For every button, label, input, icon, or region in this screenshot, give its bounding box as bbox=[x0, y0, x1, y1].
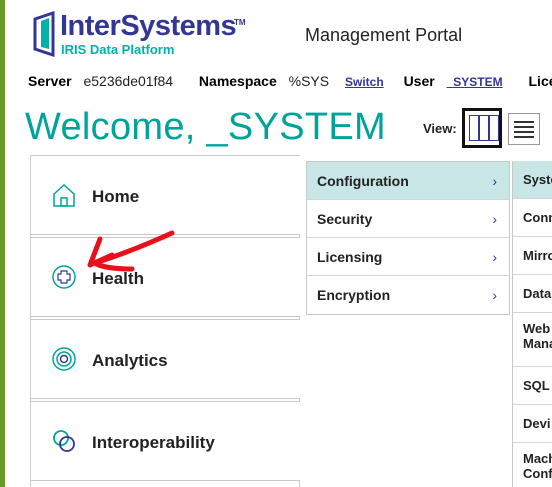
nav-item-label: Analytics bbox=[92, 351, 168, 370]
submenu-item[interactable]: System bbox=[513, 161, 552, 199]
menu-item-label: Security bbox=[317, 211, 373, 227]
info-bar: Server e5236de01f84 Namespace %SYS Switc… bbox=[28, 73, 552, 91]
server-label: Server bbox=[28, 73, 72, 89]
server-value: e5236de01f84 bbox=[83, 73, 174, 89]
menu-item-configuration[interactable]: Configuration › bbox=[307, 162, 509, 200]
menu-item-licensing[interactable]: Licensing › bbox=[307, 238, 509, 276]
chevron-right-icon: › bbox=[492, 173, 497, 189]
submenu-item[interactable]: Datab bbox=[513, 275, 552, 313]
user-link[interactable]: _SYSTEM bbox=[447, 75, 503, 89]
columns-view-button[interactable] bbox=[462, 108, 502, 148]
portal-title: Management Portal bbox=[305, 25, 463, 45]
list-view-button[interactable] bbox=[508, 113, 540, 145]
submenu-item[interactable]: Mirro bbox=[513, 237, 552, 275]
interoperability-icon bbox=[53, 430, 75, 452]
nav-item-home[interactable]: Home bbox=[31, 155, 300, 235]
menu-item-label: Licensing bbox=[317, 249, 383, 265]
chevron-right-icon: › bbox=[492, 249, 497, 265]
annotation-arrow bbox=[87, 230, 175, 272]
logo-text: InterSystems bbox=[60, 10, 237, 42]
intersystems-logo-mark bbox=[33, 11, 55, 57]
menu-item-security[interactable]: Security › bbox=[307, 200, 509, 238]
logo-trademark: TM bbox=[234, 18, 246, 27]
namespace-label: Namespace bbox=[198, 73, 277, 89]
submenu-item[interactable]: Devi bbox=[513, 405, 552, 443]
management-portal: InterSystems TM IRIS Data Platform Manag… bbox=[0, 0, 552, 487]
nav-item-label: Interoperability bbox=[92, 433, 215, 452]
menu-item-label: Encryption bbox=[317, 287, 391, 303]
logo-subtitle: IRIS Data Platform bbox=[61, 42, 175, 57]
submenu-item[interactable]: SQL bbox=[513, 367, 552, 405]
nav-item-interoperability[interactable]: Interoperability bbox=[31, 401, 300, 481]
welcome-heading: Welcome, _SYSTEM bbox=[25, 106, 386, 148]
analytics-icon bbox=[52, 347, 76, 371]
submenu-item[interactable]: Web Mana bbox=[513, 313, 552, 367]
namespace-value: %SYS bbox=[288, 73, 330, 89]
user-label: User bbox=[403, 73, 435, 89]
submenu-item[interactable]: Conn bbox=[513, 199, 552, 237]
menu-item-encryption[interactable]: Encryption › bbox=[307, 276, 509, 314]
view-label: View: bbox=[423, 121, 457, 136]
chevron-right-icon: › bbox=[492, 287, 497, 303]
chevron-right-icon: › bbox=[492, 211, 497, 227]
submenu: System Conn Mirro Datab Web Mana SQL Dev… bbox=[512, 161, 552, 487]
left-nav: Home Health Analytics Interoperability bbox=[30, 155, 300, 487]
nav-item-label: Home bbox=[92, 187, 140, 206]
submenu-item[interactable]: Mach Conf bbox=[513, 443, 552, 487]
left-accent-stripe bbox=[0, 0, 5, 487]
nav-item-analytics[interactable]: Analytics bbox=[31, 319, 300, 399]
category-menu: Configuration › Security › Licensing › E… bbox=[306, 161, 510, 315]
license-label: License bbox=[528, 73, 552, 89]
switch-namespace-link[interactable]: Switch bbox=[345, 75, 384, 89]
menu-item-label: Configuration bbox=[317, 173, 409, 189]
home-icon bbox=[53, 183, 75, 207]
